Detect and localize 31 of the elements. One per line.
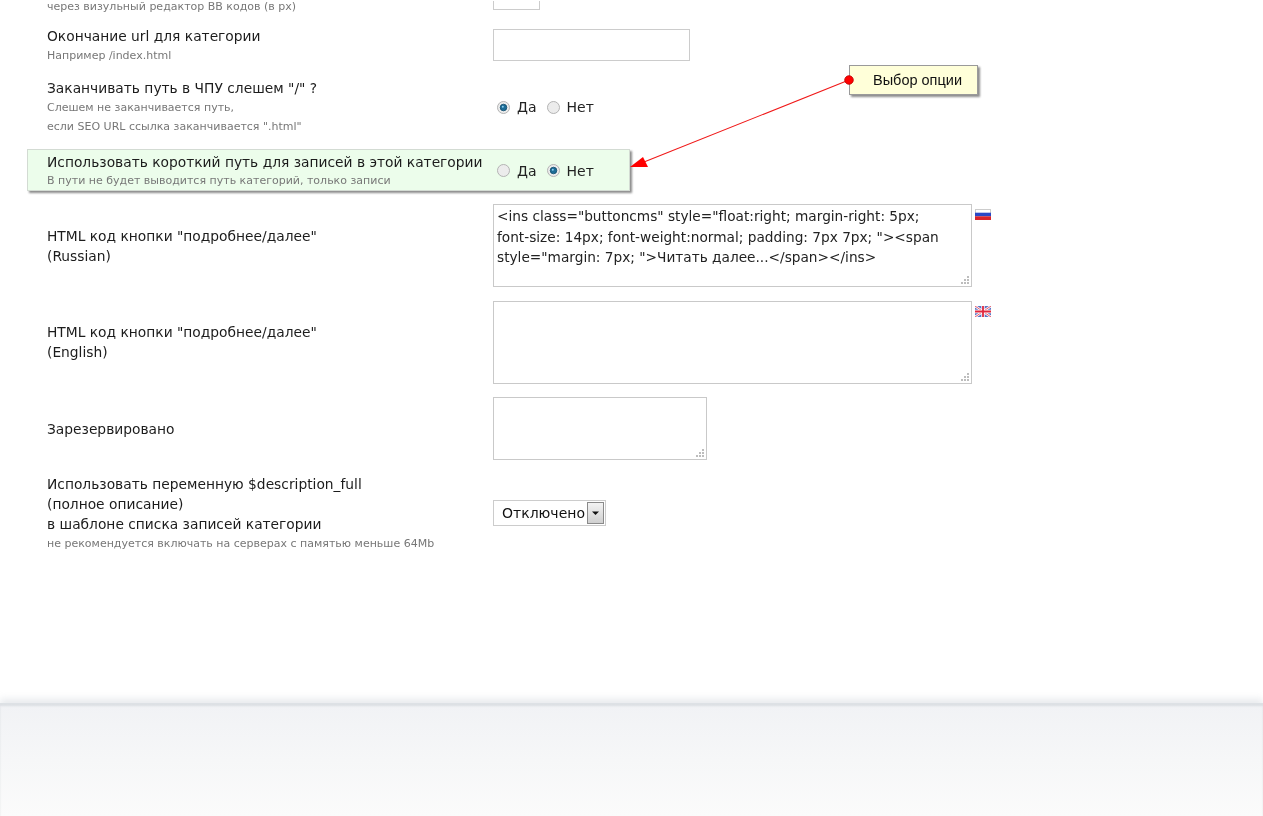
callout-tooltip: Выбор опции bbox=[849, 65, 978, 95]
setting-label: Окончание url для категории bbox=[47, 26, 261, 46]
radio-button-icon[interactable] bbox=[497, 164, 510, 177]
radio-option[interactable]: Да bbox=[497, 161, 537, 180]
resize-grip-icon[interactable] bbox=[960, 275, 969, 284]
setting-label: Использовать короткий путь для записей в этой категории bbox=[47, 152, 483, 172]
textarea-field[interactable] bbox=[493, 300, 972, 384]
textarea-field[interactable]: <ins class="buttoncms" style="float:right; margin-right: 5px; font-size: 14px; font-weight:normal; padding: 7px 7px; "><span style="margin: 7px; ">Читать далее...</span></ins> bbox=[493, 204, 972, 287]
textarea-field[interactable] bbox=[493, 397, 707, 460]
setting-hint: через визульный редактор BB кодов (в px) bbox=[47, 1, 297, 12]
setting-label: HTML код кнопки "подробнее/далее" (Russian) bbox=[47, 226, 317, 266]
text-input-field[interactable] bbox=[493, 29, 690, 61]
radio-option[interactable]: Нет bbox=[546, 161, 594, 180]
setting-hint: Слешем не заканчивается путь, если SEO URL ссылка заканчивается ".html" bbox=[47, 100, 302, 135]
setting-label: Использовать переменную $description_full (полное описание) в шаблоне списка записей категории bbox=[47, 474, 362, 534]
setting-label: Заканчивать путь в ЧПУ слешем "/" ? bbox=[47, 79, 318, 98]
resize-grip-icon[interactable] bbox=[960, 371, 969, 381]
caret-icon[interactable] bbox=[587, 502, 604, 524]
dropdown-select[interactable]: Отключено bbox=[493, 500, 606, 526]
radio-option[interactable]: Да bbox=[497, 98, 537, 116]
radio-button-icon[interactable] bbox=[546, 164, 560, 177]
setting-hint: В пути не будет выводится путь категорий, только записи bbox=[47, 172, 391, 189]
setting-label: HTML код кнопки "подробнее/далее" (English) bbox=[47, 323, 317, 362]
setting-label: Зарезервировано bbox=[47, 419, 175, 439]
resize-grip-icon[interactable] bbox=[695, 448, 704, 457]
radio-button-icon[interactable] bbox=[546, 100, 560, 114]
number-input-field[interactable] bbox=[493, 1, 540, 10]
setting-hint: Например /index.html bbox=[47, 47, 172, 64]
radio-button-icon[interactable] bbox=[497, 100, 510, 114]
setting-hint: не рекомендуется включать на серверах с памятью меньше 64Mb bbox=[47, 535, 435, 552]
radio-option[interactable]: Нет bbox=[546, 98, 594, 116]
